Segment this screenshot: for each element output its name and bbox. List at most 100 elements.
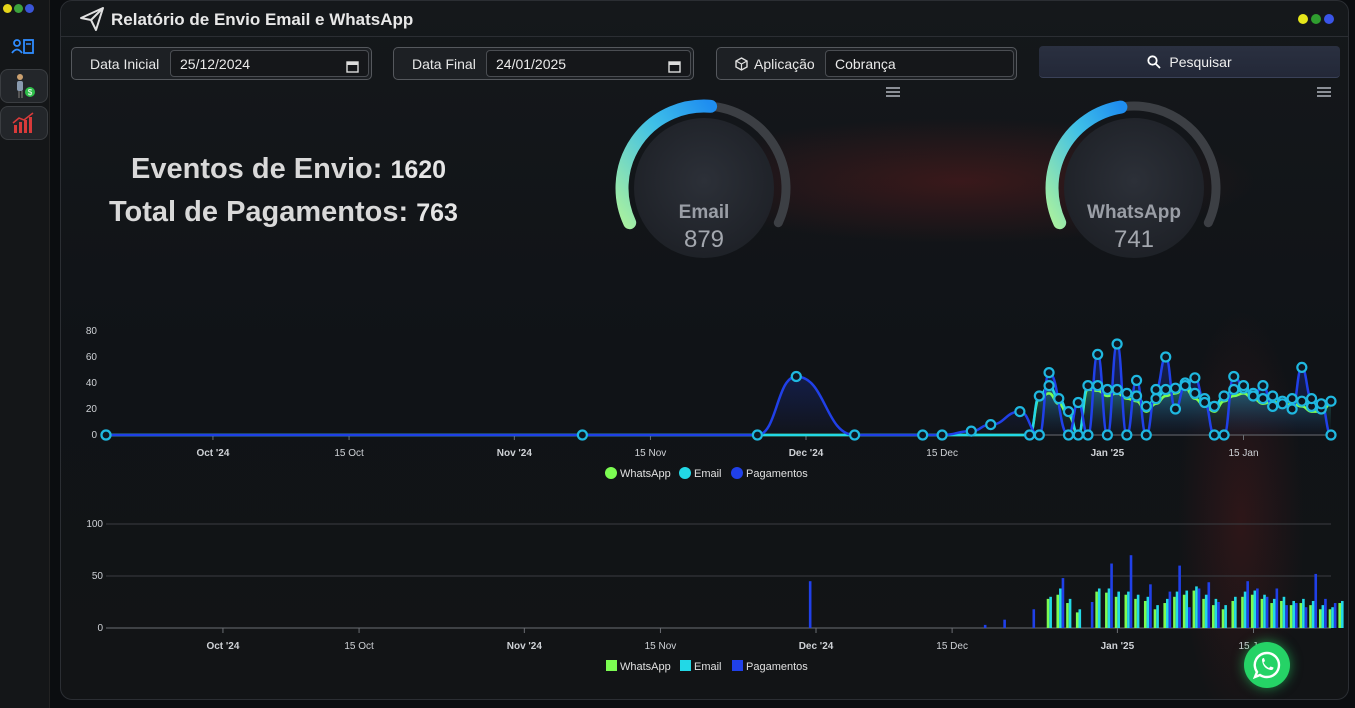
email-point xyxy=(1072,429,1084,441)
pagamentos-point xyxy=(1150,383,1162,396)
email-point xyxy=(1267,390,1279,402)
svg-text:$: $ xyxy=(28,88,33,97)
pagamentos-point xyxy=(1325,429,1337,441)
bar-x-tick: Nov '24 xyxy=(507,641,543,652)
pagamentos-point xyxy=(1111,338,1123,350)
bar-x-tick: 15 Dec xyxy=(936,641,968,652)
whatsapp-bar xyxy=(1212,605,1215,628)
pagamentos-bar xyxy=(1333,603,1337,628)
whatsapp-bar xyxy=(1153,609,1157,628)
email-point xyxy=(1189,387,1201,399)
line-y-tick: 40 xyxy=(86,378,98,389)
email-point xyxy=(1092,380,1104,392)
email-bar xyxy=(1282,596,1286,628)
pagamentos-point xyxy=(917,429,929,441)
rail-item-payments[interactable]: $ xyxy=(0,69,48,103)
chart-growth-icon xyxy=(12,112,34,133)
bar-legend-item[interactable]: Pagamentos xyxy=(746,661,808,673)
whatsapp-bar xyxy=(1095,591,1098,628)
whatsapp-bar xyxy=(1221,609,1225,628)
email-bar xyxy=(1331,607,1334,628)
line-x-tick: Oct '24 xyxy=(196,448,229,459)
bar-legend-item[interactable]: WhatsApp xyxy=(620,661,671,673)
whatsapp-bar xyxy=(1309,605,1312,628)
email-point xyxy=(1325,395,1337,407)
email-bar xyxy=(1146,596,1150,628)
line-x-tick: 15 Nov xyxy=(635,448,667,459)
line-legend-item[interactable]: WhatsApp xyxy=(620,468,671,480)
rail-item-reports[interactable] xyxy=(0,106,48,140)
email-bar xyxy=(1175,591,1179,628)
pagamentos-point xyxy=(1305,393,1318,405)
email-point xyxy=(1101,383,1113,396)
pagamentos-point xyxy=(1179,380,1191,392)
whatsapp-bar xyxy=(1182,594,1186,628)
email-point xyxy=(1033,390,1045,402)
charts-svg: 0 20 40 60 80 Oct '24 15 Oct Nov '24 15 Nov Dec '… xyxy=(86,326,1344,673)
line-x-tick: Dec '24 xyxy=(789,448,824,459)
line-x-tick: 15 Oct xyxy=(334,448,364,459)
whatsapp-bar xyxy=(1114,596,1118,628)
pagamentos-point xyxy=(1237,380,1250,392)
pagamentos-point xyxy=(1092,348,1104,360)
whatsapp-bar xyxy=(1202,598,1205,628)
email-point xyxy=(1228,383,1240,396)
whatsapp-bar xyxy=(1134,598,1137,628)
line-x-tick: Nov '24 xyxy=(497,448,533,459)
email-bar xyxy=(1341,600,1344,628)
pagamentos-point xyxy=(1062,429,1075,441)
pagamentos-point xyxy=(1257,380,1269,392)
pagamentos-point xyxy=(1043,367,1055,379)
pagamentos-bar xyxy=(1090,602,1094,628)
whatsapp-bar xyxy=(1046,598,1050,628)
line-legend-item[interactable]: Pagamentos xyxy=(746,468,808,480)
bar-x-tick: Dec '24 xyxy=(799,641,834,652)
email-bar xyxy=(1059,588,1062,628)
pagamentos-point xyxy=(849,429,861,441)
email-bar xyxy=(1136,594,1140,628)
whatsapp-bar xyxy=(1066,603,1069,628)
email-bar xyxy=(1234,596,1237,628)
whatsapp-floating-button[interactable] xyxy=(1244,642,1290,688)
line-legend-marker xyxy=(605,467,617,479)
email-bar xyxy=(1311,600,1315,628)
line-y-tick: 20 xyxy=(86,404,98,415)
email-point xyxy=(1296,395,1308,407)
whatsapp-bar xyxy=(1192,590,1196,628)
email-point xyxy=(1150,393,1162,405)
rail-item-users[interactable] xyxy=(0,30,48,64)
pagamentos-bar xyxy=(808,581,812,628)
pagamentos-point xyxy=(1033,429,1045,441)
person-money-icon: $ xyxy=(17,74,35,98)
email-point xyxy=(1286,393,1298,405)
pagamentos-point xyxy=(100,429,112,441)
pagamentos-point xyxy=(1315,398,1327,410)
whatsapp-bar xyxy=(1124,594,1128,628)
email-point xyxy=(1053,393,1065,405)
line-legend-marker xyxy=(679,467,691,479)
whatsapp-icon xyxy=(1252,651,1281,680)
line-y-tick: 0 xyxy=(91,430,97,441)
bar-x-tick: 15 Oct xyxy=(344,641,374,652)
pagamentos-point xyxy=(1130,374,1143,386)
bar-legend-item[interactable]: Email xyxy=(694,661,722,673)
whatsapp-bar xyxy=(1231,600,1235,628)
whatsapp-bar xyxy=(1056,594,1060,628)
line-legend-item[interactable]: Email xyxy=(694,468,722,480)
pagamentos-point xyxy=(1286,403,1298,415)
pagamentos-point xyxy=(1160,351,1172,363)
main-panel: Relatório de Envio Email e WhatsApp Data… xyxy=(60,0,1349,700)
pagamentos-point xyxy=(1121,429,1133,441)
pagamentos-point xyxy=(1169,403,1182,415)
pagamentos-point xyxy=(1082,429,1094,441)
email-bar xyxy=(1068,598,1072,628)
pagamentos-point xyxy=(751,429,763,441)
line-x-tick: Jan '25 xyxy=(1091,448,1125,459)
email-bar xyxy=(1097,588,1101,628)
pagamentos-point xyxy=(1072,396,1084,409)
pagamentos-bar xyxy=(1168,591,1172,628)
pagamentos-point xyxy=(790,370,802,383)
bar-y-tick: 0 xyxy=(97,623,103,634)
bar-y-tick: 100 xyxy=(86,519,103,530)
whatsapp-bar xyxy=(1143,600,1147,628)
